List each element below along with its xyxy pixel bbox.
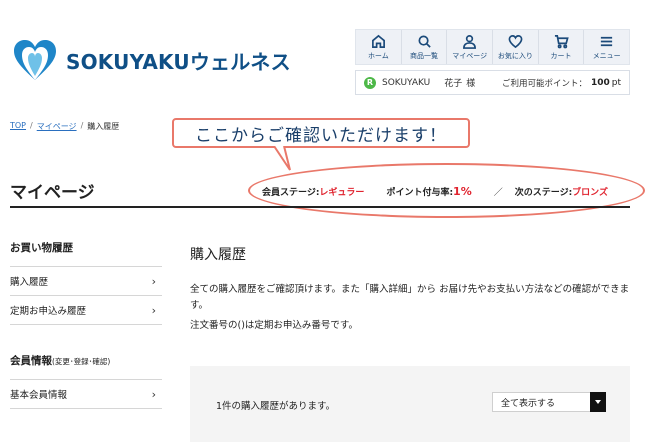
chevron-right-icon: › — [151, 387, 156, 401]
sidebar: お買い物履歴 購入履歴 › 定期お申込み履歴 › 会員情報(変更･登録･確認) … — [10, 240, 162, 409]
stage-label: 会員ステージ: — [262, 188, 320, 198]
user-name: 花子 — [444, 79, 463, 89]
site-logo[interactable]: SOKUYAKUウェルネス — [12, 38, 291, 82]
history-filter-select[interactable]: 全て表示する — [492, 392, 606, 412]
sidebar-item-basic-member-info[interactable]: 基本会員情報 › — [10, 380, 162, 409]
nav-cart[interactable]: カート — [539, 30, 585, 64]
user-brand: SOKUYAKU — [382, 77, 431, 88]
nav-menu[interactable]: メニュー — [584, 30, 629, 64]
home-icon — [371, 34, 385, 48]
sidebar-section-subtitle: (変更･登録･確認) — [52, 357, 111, 366]
history-count: 1件の購入履歴があります。 — [216, 401, 336, 412]
section-description: 全ての購入履歴をご確認頂けます。また「購入詳細」から お届け先やお支払い方法など… — [190, 284, 630, 311]
member-stage-info: 会員ステージ: レギュラー ポイント付与率: 1% ／ 次のステージ: ブロンズ — [262, 185, 608, 198]
next-stage-value: ブロンズ — [572, 188, 608, 198]
points-unit: pt — [611, 77, 621, 88]
breadcrumb: TOP / マイページ / 購入履歴 — [10, 121, 119, 132]
points-label: ご利用可能ポイント： — [501, 78, 587, 89]
history-panel: 1件の購入履歴があります。 全て表示する — [190, 366, 630, 442]
nav-favorites-label: お気に入り — [497, 51, 533, 60]
logo-mark-icon — [14, 40, 56, 80]
sidebar-item-subscription-history[interactable]: 定期お申込み履歴 › — [10, 296, 162, 325]
chevron-down-icon[interactable] — [590, 392, 606, 412]
chevron-right-icon: › — [151, 274, 156, 288]
breadcrumb-separator: / — [30, 121, 33, 130]
user-icon — [463, 34, 477, 49]
breadcrumb-current: 購入履歴 — [87, 122, 120, 131]
top-nav: ホーム 商品一覧 マイページ お気に入り カート メニュー — [355, 29, 630, 65]
rate-label: ポイント付与率: — [386, 188, 454, 198]
next-stage-label: 次のステージ: — [514, 188, 573, 198]
rate-value: 1% — [453, 185, 472, 198]
rakuten-badge-icon: R — [364, 76, 376, 89]
sidebar-section-member-info: 会員情報(変更･登録･確認) — [10, 353, 162, 380]
nav-home-label: ホーム — [367, 51, 389, 60]
section-note: 注文番号の()は定期お申込み番号です。 — [190, 320, 358, 331]
section-title: 購入履歴 — [190, 247, 246, 263]
stage-value: レギュラー — [319, 188, 365, 198]
sidebar-item-label: 基本会員情報 — [10, 390, 68, 401]
cart-icon — [554, 34, 569, 48]
chevron-right-icon: › — [151, 303, 156, 317]
nav-mypage-label: マイページ — [452, 51, 488, 60]
sidebar-section-title: 会員情報 — [10, 355, 52, 367]
nav-home[interactable]: ホーム — [356, 30, 402, 64]
sidebar-item-label: 購入履歴 — [10, 277, 49, 288]
user-bar: R SOKUYAKU 花子 様 ご利用可能ポイント： 100 pt — [355, 70, 630, 95]
points-value: 100 — [590, 77, 610, 88]
nav-cart-label: カート — [550, 51, 572, 60]
page-title: マイページ — [10, 183, 95, 203]
title-divider — [10, 206, 630, 208]
sidebar-section-purchase-history: お買い物履歴 — [10, 240, 162, 267]
sidebar-item-purchase-history[interactable]: 購入履歴 › — [10, 267, 162, 296]
breadcrumb-mypage[interactable]: マイページ — [37, 121, 77, 132]
nav-favorites[interactable]: お気に入り — [493, 30, 539, 64]
nav-menu-label: メニュー — [592, 51, 621, 60]
nav-products-label: 商品一覧 — [410, 51, 438, 60]
logo-text: SOKUYAKUウェルネス — [66, 49, 291, 74]
breadcrumb-separator: / — [80, 121, 84, 130]
filter-selected-value: 全て表示する — [501, 398, 556, 409]
nav-products[interactable]: 商品一覧 — [402, 30, 448, 64]
stage-slash: ／ — [493, 188, 503, 198]
nav-mypage[interactable]: マイページ — [447, 30, 494, 64]
heart-icon — [508, 34, 523, 48]
sidebar-item-label: 定期お申込み履歴 — [10, 306, 87, 317]
search-icon — [418, 35, 431, 48]
menu-icon — [601, 36, 613, 46]
breadcrumb-top[interactable]: TOP — [10, 121, 26, 132]
callout-box: ここからご確認いただけます！ — [172, 118, 470, 148]
user-honorific: 様 — [466, 79, 476, 89]
